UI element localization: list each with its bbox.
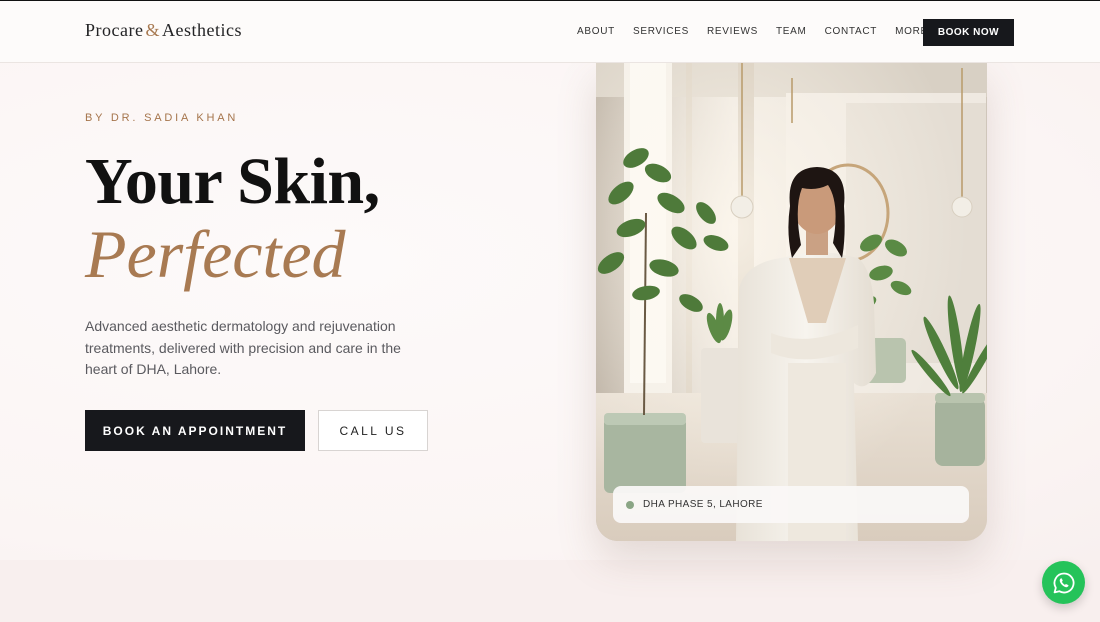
nav-link-reviews[interactable]: REVIEWS (707, 25, 758, 39)
whatsapp-icon (1053, 572, 1074, 593)
nav-link-services[interactable]: SERVICES (633, 25, 689, 39)
nav-link-contact[interactable]: CONTACT (825, 25, 878, 39)
brand-ampersand: & (145, 20, 160, 40)
hero-description: Advanced aesthetic dermatology and rejuv… (85, 318, 401, 377)
call-us-button[interactable]: CALL US (318, 410, 428, 451)
clinic-interior-illustration (596, 63, 987, 541)
brand-name-part2: Aesthetics (161, 20, 242, 40)
book-now-button[interactable]: BOOK NOW (923, 19, 1014, 46)
brand-name-part1: Procare (85, 20, 144, 40)
location-badge-text: DHA PHASE 5, LAHORE (643, 499, 763, 510)
hero-eyebrow: BY DR. SADIA KHAN (85, 112, 239, 124)
book-appointment-button[interactable]: BOOK AN APPOINTMENT (85, 410, 305, 451)
location-status-dot (626, 500, 634, 509)
whatsapp-chat-button[interactable] (1042, 561, 1085, 604)
location-badge: DHA PHASE 5, LAHORE (613, 486, 969, 523)
site-header: Procare & Aesthetics ABOUT SERVICES REVIEW… (0, 1, 1100, 63)
hero-headline-line1: Your Skin, (85, 145, 380, 218)
doctor-portrait-image: DHA PHASE 5, LAHORE (596, 63, 987, 541)
nav-link-about[interactable]: ABOUT (577, 25, 615, 39)
hero-headline-line2: Perfected (85, 216, 346, 292)
brand-logo[interactable]: Procare & Aesthetics (85, 20, 242, 41)
next-section-band (0, 560, 1100, 622)
nav-link-team[interactable]: TEAM (776, 25, 807, 39)
main-nav: ABOUT SERVICES REVIEWS TEAM CONTACT MORE (577, 25, 957, 39)
